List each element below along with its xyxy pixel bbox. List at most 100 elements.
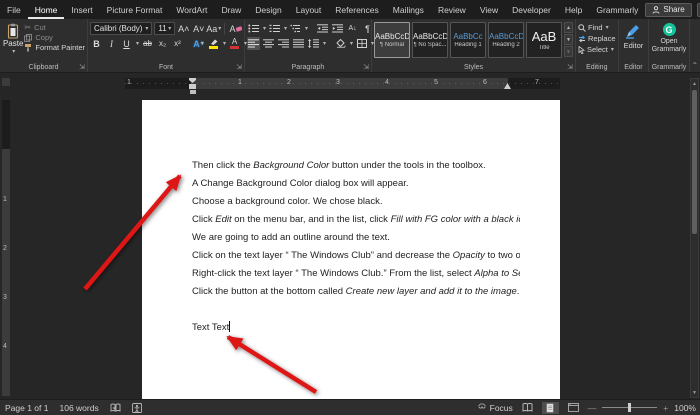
cut-button[interactable]: ✂ Cut [24,23,85,32]
copy-button[interactable]: Copy [24,33,85,42]
clipboard-dialog-launcher[interactable]: ⇲ [79,63,85,71]
borders-button[interactable] [355,37,368,50]
superscript-button[interactable]: x² [171,37,184,50]
multilevel-list-button[interactable] [289,22,302,35]
numbered-caret[interactable]: ▾ [284,25,287,32]
proofing-status-icon[interactable] [110,403,121,413]
text-effects-button[interactable]: A▾ [192,37,205,50]
word-count[interactable]: 106 words [59,403,98,413]
italic-button[interactable]: I [105,37,118,50]
line-spacing-caret[interactable]: ▾ [323,40,326,47]
shrink-font-button[interactable]: A˅ [192,22,205,35]
styles-scroll-down-button[interactable]: ▼ [564,34,573,45]
paste-button[interactable]: Paste ▾ [2,21,24,60]
paste-dropdown-caret[interactable]: ▾ [12,48,15,55]
tab-file[interactable]: File [0,0,28,19]
strikethrough-button[interactable]: ab [141,37,154,50]
increase-indent-button[interactable] [331,22,344,35]
styles-dialog-launcher[interactable]: ⇲ [567,63,573,71]
tab-home[interactable]: Home [28,0,65,19]
zoom-slider-thumb[interactable] [628,403,631,412]
document-last-line[interactable]: Text Text [192,321,520,335]
line-spacing-button[interactable] [307,37,320,50]
style-card--normal[interactable]: AaBbCcDc¶ Normal [374,22,410,58]
style-card-heading-1[interactable]: AaBbCcHeading 1 [450,22,486,58]
focus-mode-button[interactable]: Focus [477,403,513,413]
zoom-level[interactable]: 100% [674,403,696,413]
open-grammarly-button[interactable]: G Open Grammarly [651,23,686,54]
zoom-slider[interactable] [602,403,657,412]
style-card--no-spac-[interactable]: AaBbCcDc¶ No Spac... [412,22,448,58]
tab-layout[interactable]: Layout [289,0,329,19]
underline-caret[interactable]: ▾ [136,40,139,47]
tab-review[interactable]: Review [431,0,473,19]
zoom-in-button[interactable]: + [663,403,668,413]
scrollbar-thumb[interactable] [692,90,697,234]
web-layout-button[interactable] [565,402,582,414]
highlight-button[interactable] [207,37,220,50]
multilevel-caret[interactable]: ▾ [305,25,308,32]
clear-formatting-button[interactable]: A [229,22,242,35]
font-dialog-launcher[interactable]: ⇲ [236,63,242,71]
document-line[interactable]: We are going to add an outline around th… [192,229,520,247]
format-painter-button[interactable]: Format Painter [24,43,85,52]
sort-button[interactable]: A↓ [346,22,359,35]
font-size-combo[interactable]: 11▾ [154,22,175,35]
shading-caret[interactable]: ▾ [350,40,353,47]
align-center-button[interactable] [262,37,275,50]
vertical-scrollbar[interactable]: ▲ ▼ [690,78,699,398]
share-button[interactable]: Share [645,3,691,17]
replace-button[interactable]: Replace [578,34,616,43]
tab-picture-format[interactable]: Picture Format [100,0,170,19]
collapse-ribbon-button[interactable]: ⌃ [690,19,700,72]
align-right-button[interactable] [277,37,290,50]
editor-button[interactable]: Editor [624,23,644,50]
paragraph-dialog-launcher[interactable]: ⇲ [363,63,369,71]
bold-button[interactable]: B [90,37,103,50]
bullet-caret[interactable]: ▾ [263,25,266,32]
document-line[interactable]: Choose a background color. We chose blac… [192,193,520,211]
tab-grammarly[interactable]: Grammarly [589,0,645,19]
tab-design[interactable]: Design [248,0,288,19]
scroll-up-button[interactable]: ▲ [691,79,698,88]
find-button[interactable]: Find▾ [578,23,616,32]
select-button[interactable]: Select▾ [578,45,616,54]
style-card-heading-2[interactable]: AaBbCcDHeading 2 [488,22,524,58]
align-left-button[interactable] [247,37,260,50]
tab-wordart[interactable]: WordArt [169,0,214,19]
document-line[interactable]: Click Edit on the menu bar, and in the l… [192,211,520,229]
tab-insert[interactable]: Insert [64,0,99,19]
scroll-down-button[interactable]: ▼ [691,388,698,397]
print-layout-button[interactable] [542,402,559,414]
grow-font-button[interactable]: A˄ [177,22,190,35]
tab-developer[interactable]: Developer [505,0,558,19]
document-line[interactable]: Then click the Background Color button u… [192,157,520,175]
tab-help[interactable]: Help [558,0,589,19]
tab-mailings[interactable]: Mailings [386,0,431,19]
change-case-button[interactable]: Aa▾ [207,22,220,35]
document-page[interactable]: Then click the Background Color button u… [142,100,560,399]
tab-references[interactable]: References [328,0,385,19]
font-name-combo[interactable]: Calibri (Body)▾ [90,22,152,35]
highlight-caret[interactable]: ▾ [223,40,226,47]
tab-view[interactable]: View [473,0,505,19]
numbered-list-button[interactable] [268,22,281,35]
underline-button[interactable]: U [120,37,133,50]
accessibility-status-icon[interactable] [132,403,142,413]
document-line[interactable]: Click on the text layer “ The Windows Cl… [192,247,520,265]
document-line[interactable]: Right-click the text layer “ The Windows… [192,265,520,283]
font-color-button[interactable]: A [228,37,241,50]
document-text[interactable]: Then click the Background Color button u… [142,100,560,301]
styles-scroll-up-button[interactable]: ▲ [564,22,573,33]
decrease-indent-button[interactable] [316,22,329,35]
justify-button[interactable] [292,37,305,50]
styles-gallery-expand-button[interactable]: ▿ [564,46,573,57]
hanging-indent-marker[interactable] [190,90,196,94]
horizontal-ruler[interactable]: 11234567 [125,78,560,89]
document-line[interactable]: Click the button at the bottom called Cr… [192,283,520,301]
vertical-ruler[interactable]: 1234 [2,100,10,396]
document-line[interactable]: A Change Background Color dialog box wil… [192,175,520,193]
subscript-button[interactable]: x₂ [156,37,169,50]
style-card-title[interactable]: AaBTitle [526,22,562,58]
zoom-out-button[interactable]: — [588,403,597,413]
